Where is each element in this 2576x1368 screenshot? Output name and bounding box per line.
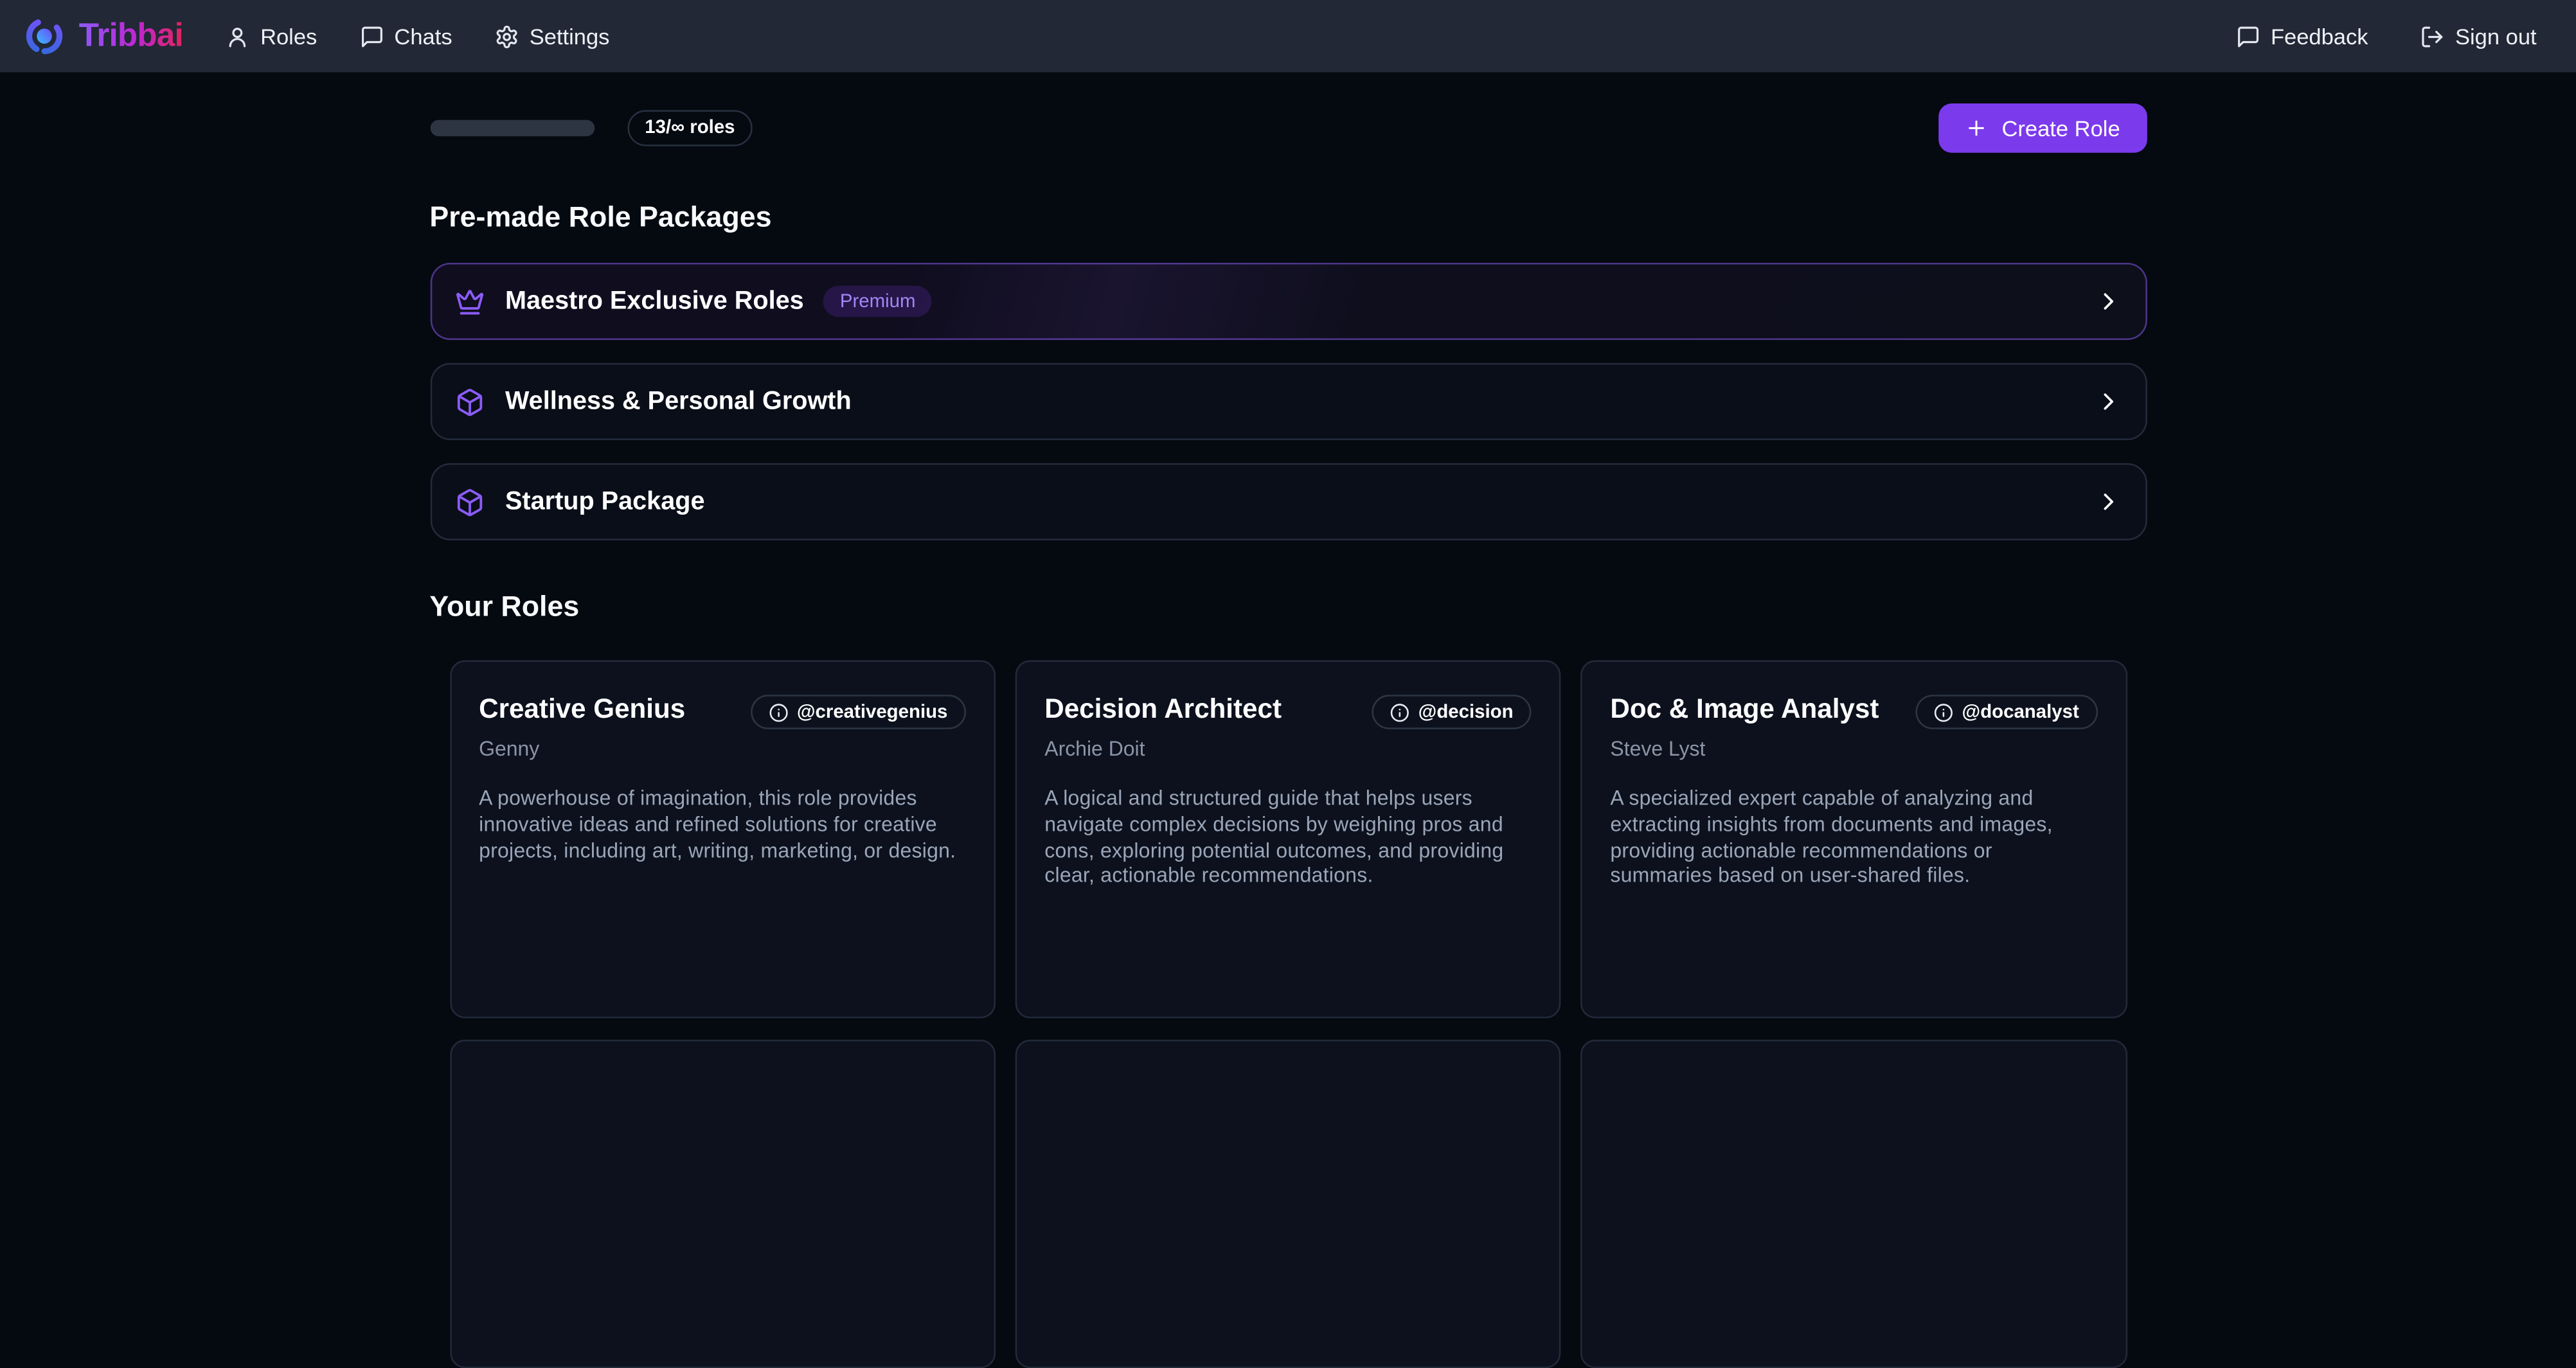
roles-grid: Creative Genius @creativegenius Genny A … xyxy=(449,661,2127,1368)
package-name: Maestro Exclusive Roles xyxy=(505,287,804,316)
log-out-icon xyxy=(2420,24,2445,48)
sign-out-button[interactable]: Sign out xyxy=(2420,24,2536,48)
your-roles-section-title: Your Roles xyxy=(429,590,2146,625)
roles-count-badge: 13/∞ roles xyxy=(627,110,753,146)
nav-item-roles[interactable]: Roles xyxy=(226,24,317,48)
nav-item-label: Chats xyxy=(394,24,452,48)
chat-bubble-icon xyxy=(360,24,384,48)
plus-icon xyxy=(1965,116,1989,139)
roles-toolbar: 13/∞ roles Create Role xyxy=(429,103,2146,153)
premium-badge: Premium xyxy=(823,286,932,317)
roles-progress-bar xyxy=(429,120,594,137)
nav-links: Roles Chats Settings xyxy=(226,24,609,48)
chevron-right-icon xyxy=(2094,488,2122,515)
role-card-partial[interactable] xyxy=(1580,1040,2127,1368)
role-title: Decision Architect xyxy=(1044,693,1282,726)
chevron-right-icon xyxy=(2094,287,2122,315)
nav-item-label: Roles xyxy=(260,24,317,48)
tribbai-logo-icon xyxy=(23,15,66,57)
role-subtitle: Archie Doit xyxy=(1044,738,1531,761)
role-description: A powerhouse of imagination, this role p… xyxy=(479,786,965,864)
package-icon xyxy=(454,487,484,517)
feedback-label: Feedback xyxy=(2271,24,2368,48)
package-name: Startup Package xyxy=(505,487,704,517)
role-card-creative-genius[interactable]: Creative Genius @creativegenius Genny A … xyxy=(449,661,995,1018)
role-card-doc-image-analyst[interactable]: Doc & Image Analyst @docanalyst Steve Ly… xyxy=(1580,661,2127,1018)
feedback-button[interactable]: Feedback xyxy=(2236,24,2368,48)
page: Tribbai Roles Chats Settings xyxy=(0,0,2576,1053)
user-icon xyxy=(226,24,250,48)
feedback-bubble-icon xyxy=(2236,24,2260,48)
role-subtitle: Genny xyxy=(479,738,965,761)
create-role-label: Create Role xyxy=(2002,116,2120,140)
role-handle-badge[interactable]: @creativegenius xyxy=(751,695,965,729)
role-card-partial[interactable] xyxy=(1015,1040,1561,1368)
packages-section-title: Pre-made Role Packages xyxy=(429,200,2146,235)
info-icon xyxy=(769,702,789,722)
info-icon xyxy=(1390,702,1410,722)
nav-item-chats[interactable]: Chats xyxy=(360,24,452,48)
package-row-maestro[interactable]: Maestro Exclusive Roles Premium xyxy=(429,263,2146,340)
main-content: 13/∞ roles Create Role Pre-made Role Pac… xyxy=(429,72,2146,1368)
role-handle-badge[interactable]: @docanalyst xyxy=(1916,695,2097,729)
package-name: Wellness & Personal Growth xyxy=(505,387,852,416)
role-handle: @docanalyst xyxy=(1962,702,2079,722)
brand-logo[interactable]: Tribbai xyxy=(23,15,183,57)
role-card-decision-architect[interactable]: Decision Architect @decision Archie Doit… xyxy=(1015,661,1561,1018)
nav-item-label: Settings xyxy=(530,24,610,48)
role-handle: @decision xyxy=(1418,702,1514,722)
package-icon xyxy=(454,387,484,416)
package-row-wellness[interactable]: Wellness & Personal Growth xyxy=(429,363,2146,440)
role-handle-badge[interactable]: @decision xyxy=(1372,695,1532,729)
create-role-button[interactable]: Create Role xyxy=(1939,103,2146,153)
nav-item-settings[interactable]: Settings xyxy=(495,24,609,48)
crown-icon xyxy=(454,287,484,316)
package-row-startup[interactable]: Startup Package xyxy=(429,463,2146,540)
role-description: A specialized expert capable of analyzin… xyxy=(1610,786,2097,890)
role-title: Creative Genius xyxy=(479,693,685,726)
brand-name: Tribbai xyxy=(79,17,183,55)
role-handle: @creativegenius xyxy=(797,702,948,722)
gear-icon xyxy=(495,24,519,48)
info-icon xyxy=(1934,702,1954,722)
role-subtitle: Steve Lyst xyxy=(1610,738,2097,761)
nav-right: Feedback Sign out xyxy=(2236,24,2536,48)
chevron-right-icon xyxy=(2094,387,2122,415)
sign-out-label: Sign out xyxy=(2455,24,2537,48)
role-card-partial[interactable] xyxy=(449,1040,995,1368)
role-title: Doc & Image Analyst xyxy=(1610,693,1879,726)
top-navbar: Tribbai Roles Chats Settings xyxy=(0,0,2576,72)
role-description: A logical and structured guide that help… xyxy=(1044,786,1531,890)
